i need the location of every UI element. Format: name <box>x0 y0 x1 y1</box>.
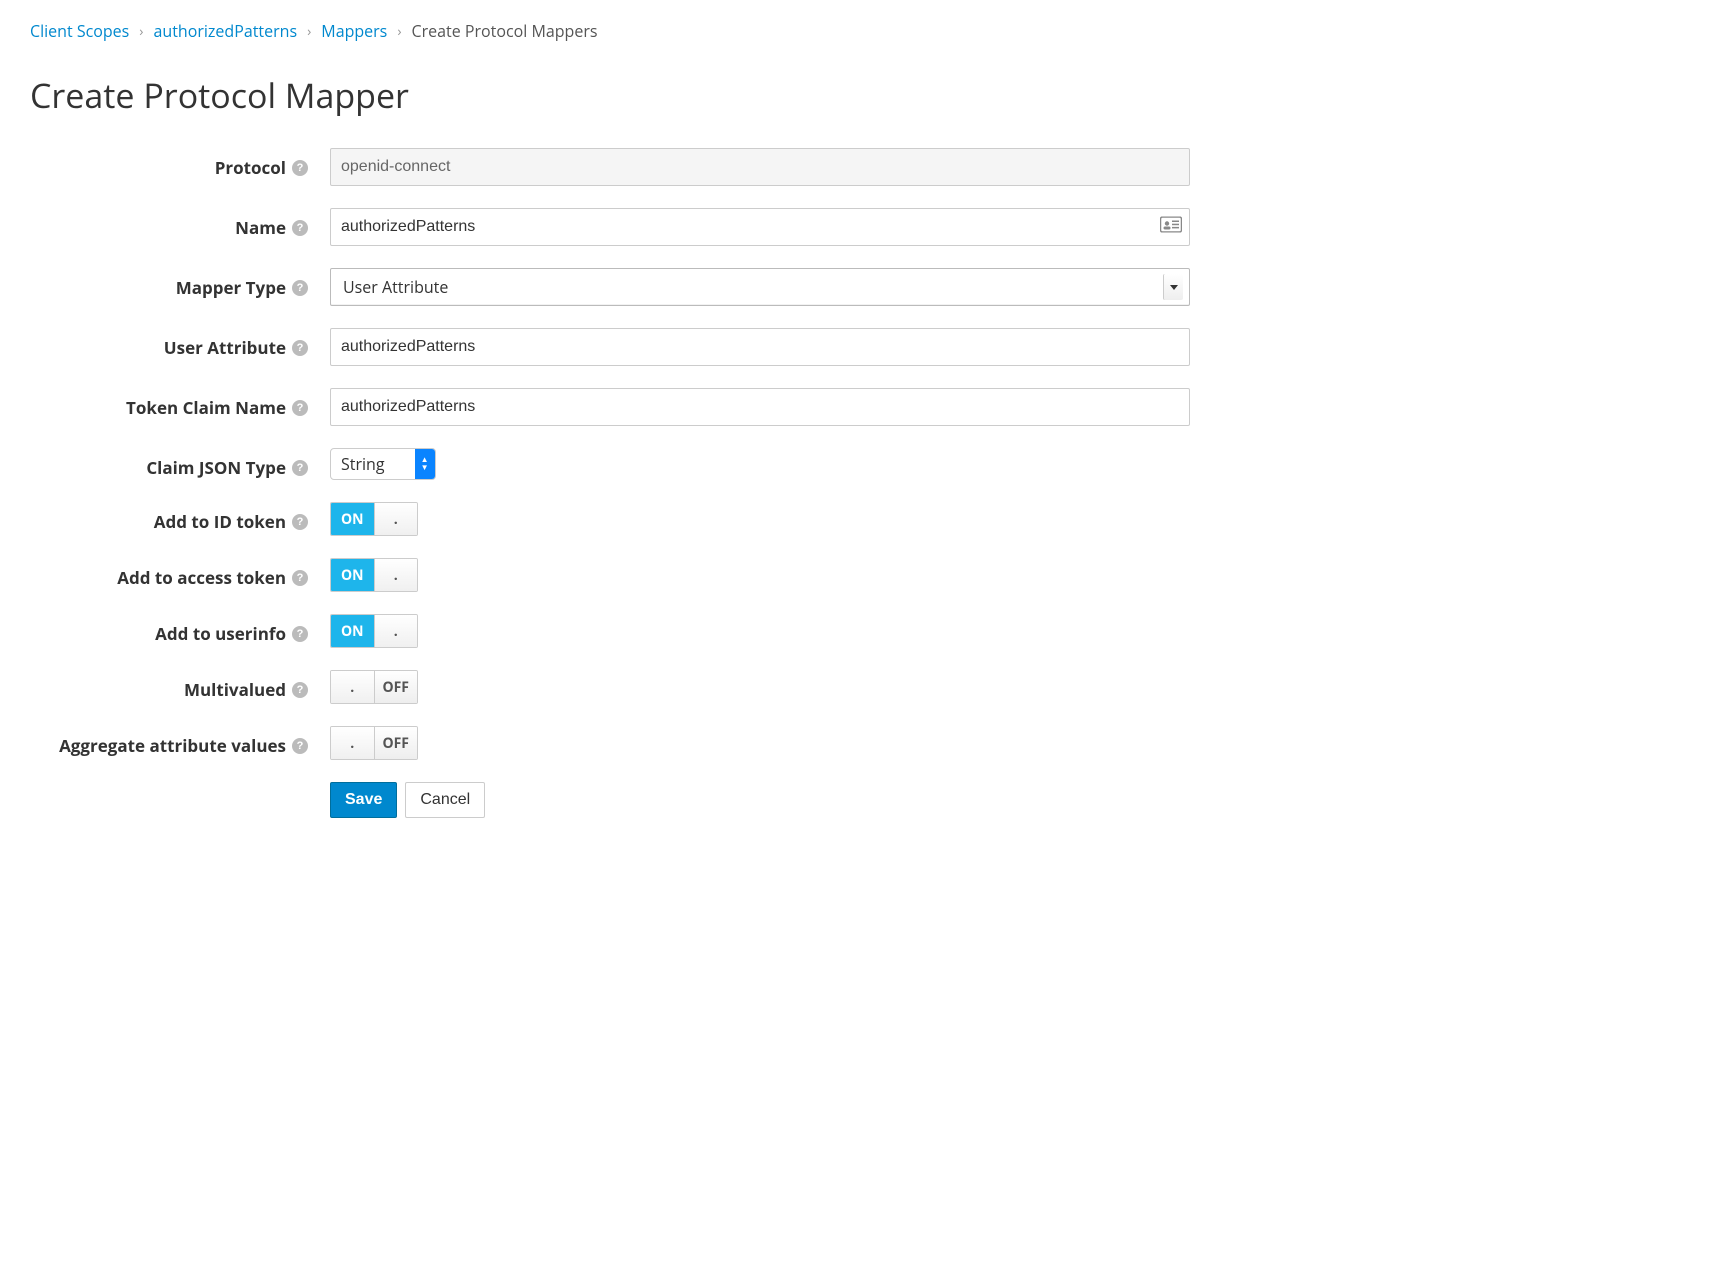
user-attribute-label: User Attribute ? <box>30 328 330 359</box>
toggle-on-label: ON <box>331 559 374 591</box>
token-claim-name-label: Token Claim Name ? <box>30 388 330 419</box>
add-to-id-token-toggle[interactable]: ON . <box>330 502 418 536</box>
help-icon[interactable]: ? <box>292 570 308 586</box>
help-icon[interactable]: ? <box>292 682 308 698</box>
stepper-arrows-icon: ▲▼ <box>415 449 435 479</box>
protocol-input <box>330 148 1190 186</box>
help-icon[interactable]: ? <box>292 280 308 296</box>
breadcrumb-client-scopes[interactable]: Client Scopes <box>30 20 129 42</box>
toggle-off-label: OFF <box>375 727 418 759</box>
name-label: Name ? <box>30 208 330 239</box>
create-protocol-mapper-form: Protocol ? Name ? Mapper Type ? User Att… <box>30 148 1190 818</box>
page-title: Create Protocol Mapper <box>30 72 1682 118</box>
contact-card-icon <box>1160 217 1182 238</box>
name-input[interactable] <box>330 208 1190 246</box>
help-icon[interactable]: ? <box>292 626 308 642</box>
add-to-userinfo-toggle[interactable]: ON . <box>330 614 418 648</box>
add-to-access-token-toggle[interactable]: ON . <box>330 558 418 592</box>
multivalued-label: Multivalued ? <box>30 670 330 701</box>
caret-down-icon <box>1163 274 1183 300</box>
claim-json-type-select[interactable]: String ▲▼ <box>330 448 436 480</box>
help-icon[interactable]: ? <box>292 460 308 476</box>
token-claim-name-input[interactable] <box>330 388 1190 426</box>
help-icon[interactable]: ? <box>292 514 308 530</box>
multivalued-toggle[interactable]: . OFF <box>330 670 418 704</box>
add-to-access-token-label: Add to access token ? <box>30 558 330 589</box>
cancel-button[interactable]: Cancel <box>405 782 485 818</box>
chevron-right-icon: › <box>307 22 311 41</box>
claim-json-type-label: Claim JSON Type ? <box>30 448 330 479</box>
mapper-type-label: Mapper Type ? <box>30 268 330 299</box>
breadcrumb: Client Scopes › authorizedPatterns › Map… <box>30 20 1682 42</box>
help-icon[interactable]: ? <box>292 400 308 416</box>
breadcrumb-authorized-patterns[interactable]: authorizedPatterns <box>154 20 298 42</box>
save-button[interactable]: Save <box>330 782 397 818</box>
help-icon[interactable]: ? <box>292 160 308 176</box>
toggle-off-label: OFF <box>375 671 418 703</box>
chevron-right-icon: › <box>397 22 401 41</box>
mapper-type-select[interactable]: User Attribute <box>330 268 1190 306</box>
add-to-userinfo-label: Add to userinfo ? <box>30 614 330 645</box>
aggregate-attribute-values-label: Aggregate attribute values ? <box>30 726 330 757</box>
protocol-label: Protocol ? <box>30 148 330 179</box>
add-to-id-token-label: Add to ID token ? <box>30 502 330 533</box>
help-icon[interactable]: ? <box>292 738 308 754</box>
mapper-type-value: User Attribute <box>343 276 448 298</box>
toggle-on-label: ON <box>331 503 374 535</box>
help-icon[interactable]: ? <box>292 220 308 236</box>
aggregate-attribute-values-toggle[interactable]: . OFF <box>330 726 418 760</box>
help-icon[interactable]: ? <box>292 340 308 356</box>
breadcrumb-mappers[interactable]: Mappers <box>321 20 387 42</box>
user-attribute-input[interactable] <box>330 328 1190 366</box>
claim-json-type-value: String <box>331 449 415 479</box>
chevron-right-icon: › <box>139 22 143 41</box>
breadcrumb-current: Create Protocol Mappers <box>412 20 598 42</box>
toggle-on-label: ON <box>331 615 374 647</box>
